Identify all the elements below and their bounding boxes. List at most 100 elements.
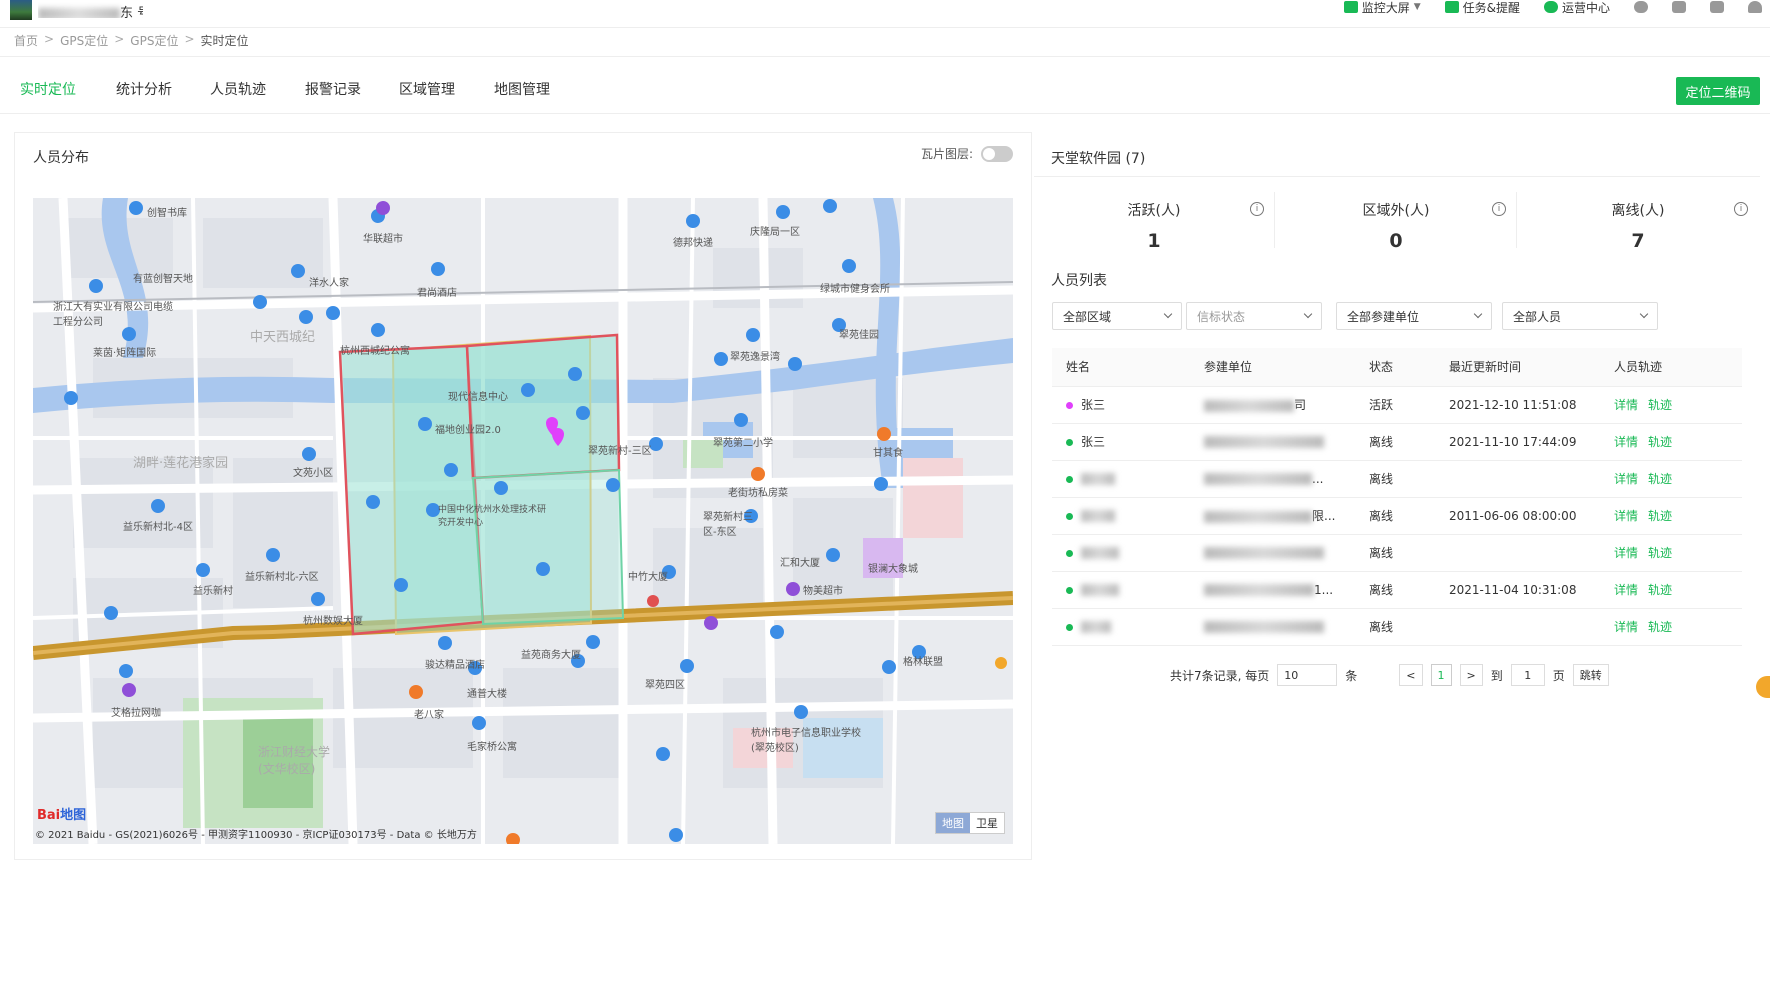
track-cell: 详情 轨迹 xyxy=(1600,608,1742,646)
ops-center-button[interactable]: 运营中心 xyxy=(1543,0,1610,16)
tab-alarms[interactable]: 报警记录 xyxy=(305,79,361,99)
message-button[interactable] xyxy=(1672,1,1686,13)
map-label: 福地创业园2.0 xyxy=(435,425,501,436)
org-name: 东 号 xyxy=(38,2,143,18)
map-label: 翠苑新村三区-东区 xyxy=(703,512,753,538)
detail-link[interactable]: 详情 xyxy=(1614,546,1638,560)
page-number-button[interactable]: 1 xyxy=(1430,664,1452,686)
map-label: 莱茵·矩阵国际 xyxy=(93,348,157,359)
jump-button[interactable]: 跳转 xyxy=(1572,664,1609,686)
tile-layer-switch[interactable] xyxy=(981,145,1013,162)
name-cell xyxy=(1052,571,1190,609)
breadcrumb-gps-sub[interactable]: GPS定位 xyxy=(130,32,178,49)
time-cell xyxy=(1435,608,1600,646)
list-title: 人员列表 xyxy=(1051,273,1107,289)
status-dot xyxy=(1066,586,1073,594)
map-label: 格林联盟 xyxy=(903,657,943,668)
track-link[interactable]: 轨迹 xyxy=(1648,398,1672,412)
monitor-screen-button[interactable]: 监控大屏 ▼ xyxy=(1343,0,1421,16)
map-label: 杭州数娱大厦 xyxy=(303,616,363,627)
map-label: 益乐新村北-4区 xyxy=(123,522,193,533)
map-copyright: © 2021 Baidu - GS(2021)6026号 - 甲测资字11009… xyxy=(35,830,477,841)
status-cell: 离线 xyxy=(1355,608,1435,646)
prev-page-button[interactable]: < xyxy=(1399,664,1423,686)
tab-statistics[interactable]: 统计分析 xyxy=(116,79,172,99)
map-type-satellite-button[interactable]: 卫星 xyxy=(970,813,1004,833)
page-size-input[interactable]: 10 xyxy=(1277,664,1338,686)
name-cell xyxy=(1052,497,1190,535)
detail-link[interactable]: 详情 xyxy=(1614,509,1638,523)
breadcrumb-current: 实时定位 xyxy=(200,34,249,48)
track-link[interactable]: 轨迹 xyxy=(1648,546,1672,560)
column-header: 状态 xyxy=(1355,348,1435,387)
track-cell: 详情 轨迹 xyxy=(1600,386,1742,424)
filter-unit-select[interactable]: 全部参建单位 xyxy=(1336,302,1492,330)
top-actions: 监控大屏 ▼ 任务&提醒 运营中心 xyxy=(1343,0,1762,16)
next-page-button[interactable]: > xyxy=(1459,664,1483,686)
tab-areas[interactable]: 区域管理 xyxy=(399,79,455,99)
map-label: 浙江大有实业有限公司电缆工程分公司 xyxy=(53,302,173,328)
stat-label: 离线(人) xyxy=(1611,203,1665,219)
filter-beacon-select[interactable]: 信标状态 xyxy=(1186,302,1322,330)
unit-cell: 司 xyxy=(1190,386,1355,424)
page-label: 页 xyxy=(1552,668,1565,683)
track-link[interactable]: 轨迹 xyxy=(1648,472,1672,486)
top-bar: 东 号 监控大屏▼ 任务&提醒 运营中心 xyxy=(0,0,1770,28)
tab-maps[interactable]: 地图管理 xyxy=(494,79,550,99)
column-header: 最近更新时间 xyxy=(1435,348,1600,387)
user-button[interactable] xyxy=(1748,1,1762,13)
track-cell: 详情 轨迹 xyxy=(1600,423,1742,461)
map-canvas[interactable]: 中天西城纪 湖畔·莲花港家园 浙江财经大学(文华校区) 创智书库 华联超市 德邦… xyxy=(33,198,1013,844)
map-label: 毛家桥公寓 xyxy=(467,742,517,753)
breadcrumb-home[interactable]: 首页 xyxy=(14,32,38,49)
floating-helper-button[interactable] xyxy=(1756,676,1770,698)
tab-realtime[interactable]: 实时定位 xyxy=(20,79,76,99)
baidu-logo: Bai地图 xyxy=(37,808,87,823)
map-label: 浙江财经大学(文华校区) xyxy=(258,745,331,776)
info-icon[interactable]: i xyxy=(1250,202,1264,216)
help-button[interactable] xyxy=(1634,1,1648,13)
info-icon[interactable]: i xyxy=(1734,202,1748,216)
table-row: 张三 离线 2021-11-10 17:44:09 详情 轨迹 xyxy=(1052,423,1742,461)
site-title: 天堂软件园 (7) xyxy=(1051,151,1146,167)
detail-link[interactable]: 详情 xyxy=(1614,435,1638,449)
map-label: 艾格拉网咖 xyxy=(111,708,161,719)
info-icon[interactable]: i xyxy=(1492,202,1506,216)
stat-label: 活跃(人) xyxy=(1127,203,1181,219)
map-label: 中国中化杭州水处理技术研究开发中心 xyxy=(438,505,547,528)
qr-code-button[interactable]: 定位二维码 xyxy=(1676,77,1760,105)
detail-link[interactable]: 详情 xyxy=(1614,583,1638,597)
org-logo xyxy=(10,0,32,20)
track-link[interactable]: 轨迹 xyxy=(1648,435,1672,449)
track-link[interactable]: 轨迹 xyxy=(1648,620,1672,634)
detail-link[interactable]: 详情 xyxy=(1614,472,1638,486)
filter-person-select[interactable]: 全部人员 xyxy=(1502,302,1658,330)
time-cell: 2021-12-10 11:51:08 xyxy=(1435,386,1600,424)
map-label: 老八家 xyxy=(414,710,444,721)
map-label: 益乐新村北-六区 xyxy=(245,572,319,583)
detail-link[interactable]: 详情 xyxy=(1614,620,1638,634)
track-cell: 详情 轨迹 xyxy=(1600,460,1742,498)
task-reminder-button[interactable]: 任务&提醒 xyxy=(1444,0,1520,16)
track-link[interactable]: 轨迹 xyxy=(1648,583,1672,597)
goto-page-input[interactable]: 1 xyxy=(1510,664,1545,686)
phone-button[interactable] xyxy=(1710,1,1724,13)
divider xyxy=(1034,176,1760,177)
name-cell xyxy=(1052,460,1190,498)
column-header: 姓名 xyxy=(1052,348,1190,387)
tile-layer-control: 瓦片图层: xyxy=(921,145,1013,162)
map-label: 杭州市电子信息职业学校(翠苑校区) xyxy=(751,728,861,754)
filter-area-select[interactable]: 全部区域 xyxy=(1052,302,1182,330)
chevron-down-icon xyxy=(1639,309,1649,319)
stat-offline: 离线(人) 7 i xyxy=(1518,200,1758,252)
help-icon xyxy=(1634,1,1648,13)
map-type-map-button[interactable]: 地图 xyxy=(936,813,970,833)
track-link[interactable]: 轨迹 xyxy=(1648,509,1672,523)
table-row: 张三 司 活跃 2021-12-10 11:51:08 详情 轨迹 xyxy=(1052,386,1742,424)
tab-track[interactable]: 人员轨迹 xyxy=(210,79,266,99)
divider xyxy=(1516,192,1517,248)
phone-icon xyxy=(1710,1,1724,13)
detail-link[interactable]: 详情 xyxy=(1614,398,1638,412)
map-label: 翠苑第二小学 xyxy=(713,438,773,449)
breadcrumb-gps[interactable]: GPS定位 xyxy=(60,32,108,49)
